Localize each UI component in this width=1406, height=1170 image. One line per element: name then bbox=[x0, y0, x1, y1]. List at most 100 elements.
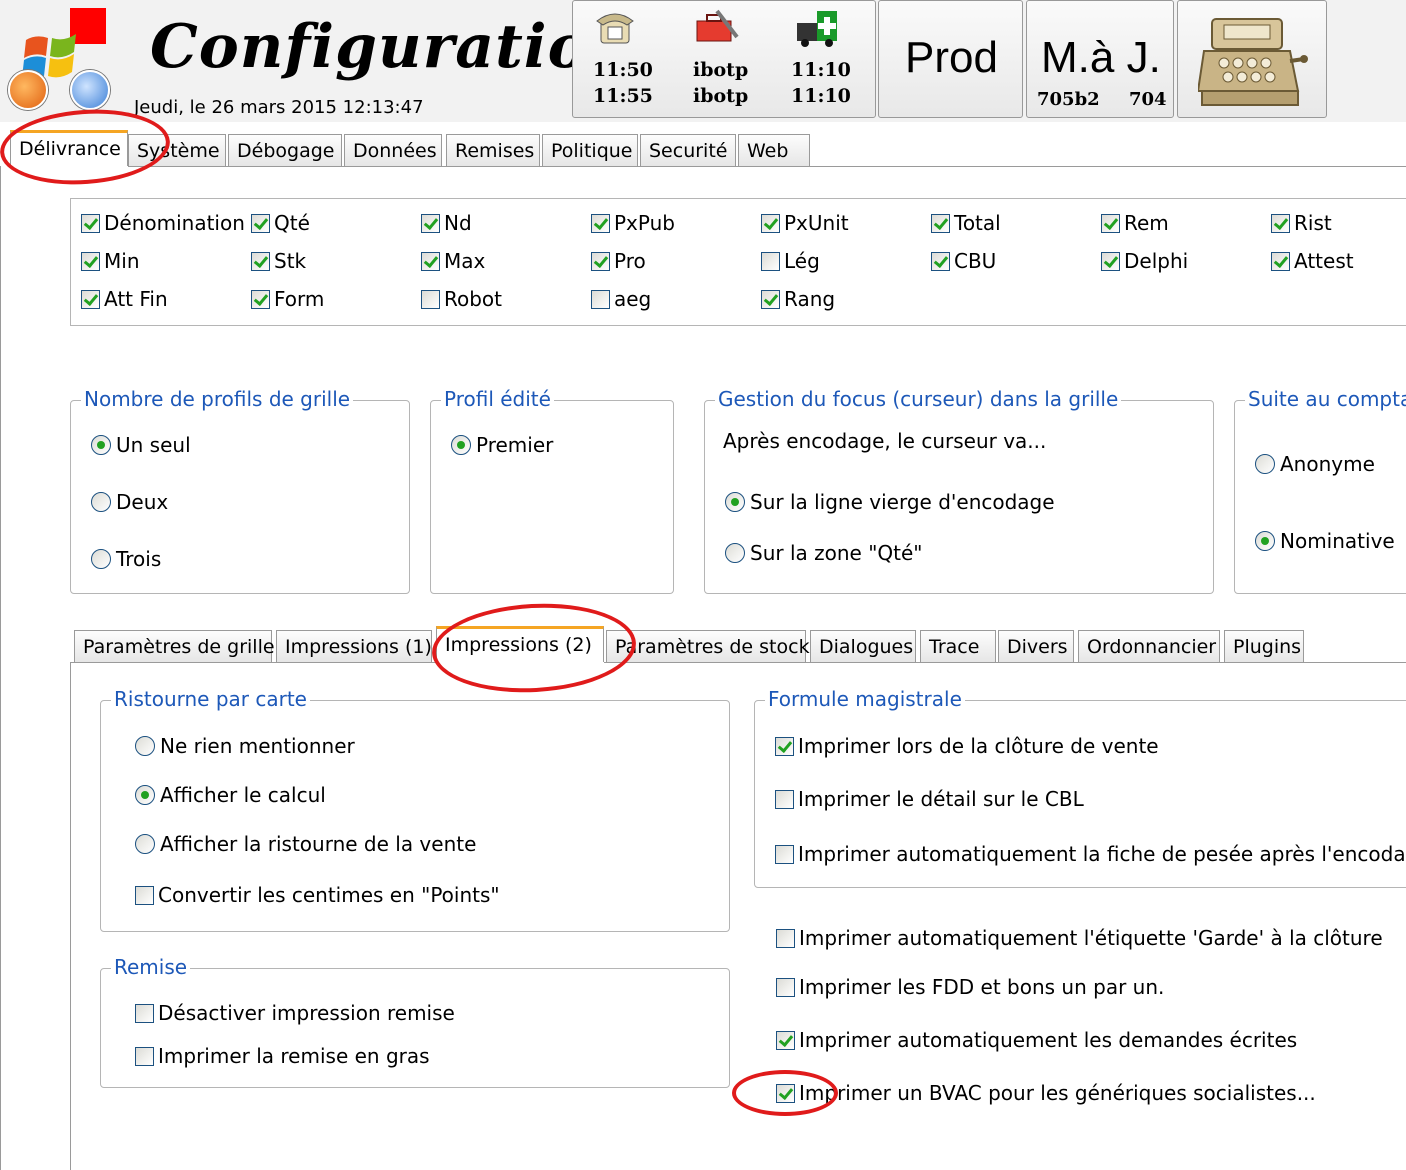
checkbox-box bbox=[135, 885, 154, 905]
tab-trace[interactable]: Trace bbox=[920, 630, 996, 662]
checkbox-fiche-pesee[interactable]: Imprimer automatiquement la fiche de pes… bbox=[775, 842, 1406, 866]
column-checkbox[interactable]: Nd bbox=[421, 211, 472, 235]
tab-dialogues[interactable]: Dialogues bbox=[810, 630, 916, 662]
profiles-title: Nombre de profils de grille bbox=[81, 387, 354, 411]
subtabs-baseline-right bbox=[604, 662, 1406, 663]
tab-impressions-1[interactable]: Impressions (1) bbox=[276, 630, 432, 662]
checkbox-convertir-points[interactable]: Convertir les centimes en "Points" bbox=[135, 883, 500, 907]
radio-ne-rien[interactable]: Ne rien mentionner bbox=[135, 734, 355, 758]
column-checkbox[interactable]: Robot bbox=[421, 287, 502, 311]
radio-nominative[interactable]: Nominative bbox=[1255, 529, 1395, 553]
phone-status-panel[interactable]: 11:50 ibotp 11:10 11:55 ibotp 11:10 bbox=[572, 0, 876, 118]
checkbox-detail-cbl[interactable]: Imprimer le détail sur le CBL bbox=[775, 787, 1084, 811]
tab-politique[interactable]: Politique bbox=[542, 134, 638, 166]
radio-premier[interactable]: Premier bbox=[451, 433, 553, 457]
radio-un-seul[interactable]: Un seul bbox=[91, 433, 191, 457]
radio-label: Ne rien mentionner bbox=[160, 734, 355, 758]
checkbox-label: Max bbox=[444, 249, 486, 273]
checkbox-box bbox=[1271, 251, 1290, 271]
tab-parametres-stock[interactable]: Paramètres de stock bbox=[606, 630, 810, 662]
checkbox-bvac[interactable]: Imprimer un BVAC pour les génériques soc… bbox=[776, 1081, 1316, 1105]
tab-debogage[interactable]: Débogage bbox=[228, 134, 342, 166]
tab-parametres-grille[interactable]: Paramètres de grille bbox=[74, 630, 275, 662]
checkbox-fdd-bons[interactable]: Imprimer les FDD et bons un par un. bbox=[776, 975, 1164, 999]
checkbox-box bbox=[775, 736, 794, 756]
tabs-baseline bbox=[128, 166, 1406, 167]
annotation-ellipse-impressions bbox=[429, 598, 639, 698]
cash-register-icon bbox=[1198, 18, 1308, 106]
column-checkbox[interactable]: aeg bbox=[591, 287, 651, 311]
globe-icon[interactable] bbox=[70, 70, 110, 110]
header-bar: Configuration Jeudi, le 26 mars 2015 12:… bbox=[0, 0, 1406, 122]
radio-zone-qte[interactable]: Sur la zone "Qté" bbox=[725, 541, 922, 565]
edited-profile-group: Profil édité Premier bbox=[430, 387, 674, 594]
annotation-ellipse-bvac bbox=[732, 1070, 838, 1116]
ambulance-icon bbox=[797, 11, 837, 47]
checkbox-label: Pro bbox=[614, 249, 646, 273]
cash-register-button[interactable] bbox=[1177, 0, 1327, 118]
column-checkbox[interactable]: Rist bbox=[1271, 211, 1332, 235]
column-checkbox[interactable]: Attest bbox=[1271, 249, 1354, 273]
tab-securite[interactable]: Securité bbox=[640, 134, 736, 166]
column-checkbox[interactable]: Rang bbox=[761, 287, 835, 311]
checkbox-box bbox=[931, 213, 950, 233]
checkbox-label: Convertir les centimes en "Points" bbox=[158, 883, 500, 907]
refresh-icon[interactable] bbox=[8, 70, 48, 110]
column-checkbox[interactable]: Stk bbox=[251, 249, 306, 273]
checkbox-desactiver-remise[interactable]: Désactiver impression remise bbox=[135, 1001, 455, 1025]
checkbox-box bbox=[775, 844, 794, 864]
tab-divers[interactable]: Divers bbox=[998, 630, 1074, 662]
column-checkbox[interactable]: Rem bbox=[1101, 211, 1169, 235]
subtabs-panel-border bbox=[70, 662, 71, 1170]
column-checkbox[interactable]: Delphi bbox=[1101, 249, 1188, 273]
radio-anonyme[interactable]: Anonyme bbox=[1255, 452, 1375, 476]
column-checkbox[interactable]: Lég bbox=[761, 249, 820, 273]
column-checkbox[interactable]: Dénomination bbox=[81, 211, 245, 235]
checkbox-box bbox=[1101, 251, 1120, 271]
tab-remises[interactable]: Remises bbox=[446, 134, 540, 166]
checkbox-remise-gras[interactable]: Imprimer la remise en gras bbox=[135, 1044, 430, 1068]
tab-plugins[interactable]: Plugins bbox=[1224, 630, 1304, 662]
checkbox-etiquette-garde[interactable]: Imprimer automatiquement l'étiquette 'Ga… bbox=[776, 926, 1383, 950]
update-button[interactable]: M.à J. 705b2 704 bbox=[1026, 0, 1174, 118]
column-checkbox[interactable]: Att Fin bbox=[81, 287, 168, 311]
radio-label: Nominative bbox=[1280, 529, 1395, 553]
update-version: 705b2 bbox=[1037, 89, 1100, 110]
checkbox-label: Att Fin bbox=[104, 287, 168, 311]
column-checkbox[interactable]: Max bbox=[421, 249, 485, 273]
radio-indicator bbox=[1255, 454, 1275, 474]
checkbox-demandes-ecrites[interactable]: Imprimer automatiquement les demandes éc… bbox=[776, 1028, 1297, 1052]
checkbox-imprimer-cloture[interactable]: Imprimer lors de la clôture de vente bbox=[775, 734, 1159, 758]
checkbox-label: Min bbox=[104, 249, 140, 273]
column-checkbox[interactable]: Form bbox=[251, 287, 324, 311]
prod-button[interactable]: Prod bbox=[878, 0, 1023, 118]
column-checkbox[interactable]: Min bbox=[81, 249, 140, 273]
radio-afficher-ristourne[interactable]: Afficher la ristourne de la vente bbox=[135, 832, 476, 856]
checkbox-label: Rist bbox=[1294, 211, 1332, 235]
page-left-border bbox=[0, 166, 1, 1170]
tab-donnees[interactable]: Données bbox=[344, 134, 442, 166]
column-checkbox[interactable]: PxUnit bbox=[761, 211, 849, 235]
main-tabs: Délivrance Système Débogage Données Remi… bbox=[0, 130, 1406, 168]
radio-label: Sur la ligne vierge d'encodage bbox=[750, 490, 1055, 514]
column-checkbox[interactable]: Qté bbox=[251, 211, 310, 235]
column-checkbox[interactable]: CBU bbox=[931, 249, 996, 273]
checkbox-label: Imprimer un BVAC pour les génériques soc… bbox=[799, 1081, 1316, 1105]
radio-ligne-vierge[interactable]: Sur la ligne vierge d'encodage bbox=[725, 490, 1055, 514]
checkbox-box bbox=[776, 928, 795, 948]
tab-web[interactable]: Web bbox=[738, 134, 810, 166]
checkbox-box bbox=[931, 251, 950, 271]
tab-ordonnancier[interactable]: Ordonnancier bbox=[1078, 630, 1220, 662]
checkbox-label: Nd bbox=[444, 211, 472, 235]
radio-trois[interactable]: Trois bbox=[91, 547, 161, 571]
checkbox-box bbox=[251, 251, 270, 271]
column-checkbox[interactable]: PxPub bbox=[591, 211, 675, 235]
checkbox-box bbox=[421, 251, 440, 271]
radio-indicator bbox=[135, 785, 155, 805]
column-checkbox[interactable]: Total bbox=[931, 211, 1001, 235]
radio-afficher-calcul[interactable]: Afficher le calcul bbox=[135, 783, 326, 807]
radio-deux[interactable]: Deux bbox=[91, 490, 168, 514]
radio-label: Afficher la ristourne de la vente bbox=[160, 832, 477, 856]
checkbox-box bbox=[1101, 213, 1120, 233]
column-checkbox[interactable]: Pro bbox=[591, 249, 646, 273]
